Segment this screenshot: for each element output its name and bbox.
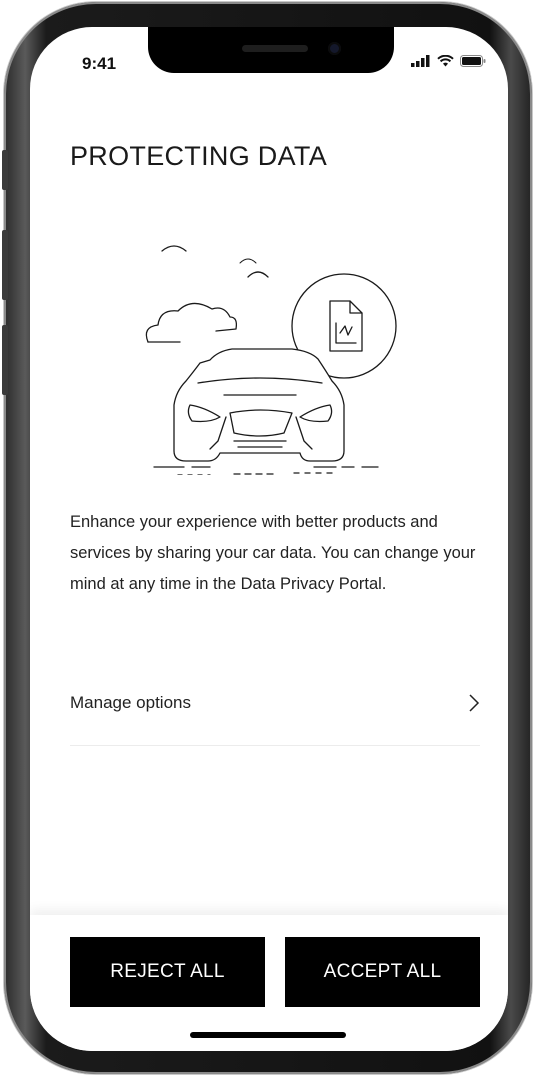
chevron-right-icon <box>469 694 480 712</box>
accept-all-button[interactable]: ACCEPT ALL <box>285 937 480 1007</box>
manage-options-label: Manage options <box>70 693 191 712</box>
status-icons <box>411 55 486 67</box>
volume-up-button <box>2 230 8 300</box>
status-time: 9:41 <box>82 54 117 73</box>
reject-all-button[interactable]: REJECT ALL <box>70 937 265 1007</box>
screen: 9:41 PROTECTING DATA Enhance your experi… <box>30 27 508 1051</box>
divider <box>70 745 480 746</box>
front-camera <box>328 42 341 55</box>
car-data-illustration <box>145 245 397 475</box>
volume-down-button <box>2 325 8 395</box>
description-text: Enhance your experience with better prod… <box>70 513 476 593</box>
speaker-grille <box>242 45 308 52</box>
mute-switch <box>2 150 8 190</box>
signal-icon <box>411 55 430 67</box>
notch <box>148 27 394 73</box>
wifi-icon <box>437 55 454 67</box>
battery-icon <box>460 55 486 67</box>
home-indicator[interactable] <box>190 1032 346 1038</box>
manage-options-row[interactable]: Manage options <box>70 677 480 729</box>
page-title: PROTECTING DATA <box>70 141 328 172</box>
